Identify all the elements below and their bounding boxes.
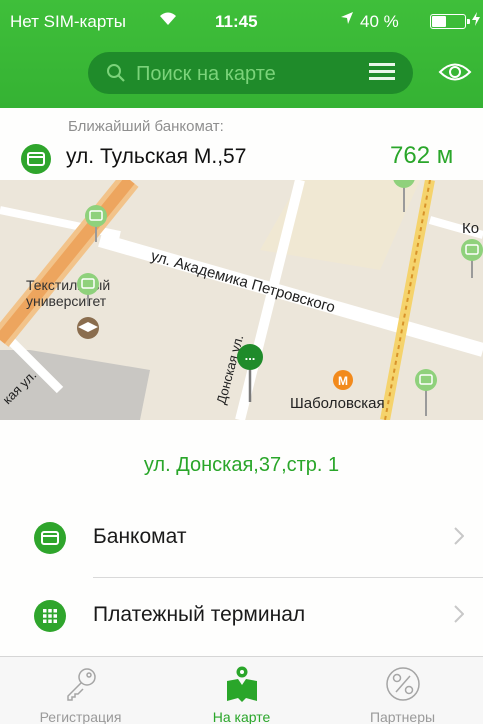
percent-icon: [386, 667, 420, 701]
battery-icon: [430, 14, 470, 29]
terminal-grid-icon: [34, 600, 66, 632]
service-row-terminal[interactable]: Платежный терминал: [0, 587, 483, 645]
search-icon: [107, 64, 125, 82]
chevron-right-icon: [454, 525, 465, 551]
nearest-atm-bar[interactable]: Ближайший банкомат: ул. Тульская М.,57 7…: [0, 108, 483, 180]
wifi-icon: [158, 10, 178, 31]
nearest-atm-distance: 762 м: [390, 142, 454, 169]
map-person-icon: [227, 666, 257, 702]
search-bar[interactable]: Поиск на карте: [88, 52, 413, 94]
list-menu-icon[interactable]: [369, 63, 395, 83]
metro-icon: М: [333, 370, 353, 390]
nearest-atm-address: ул. Тульская М.,57: [66, 145, 247, 168]
top-header: Нет SIM-карты 11:45 40 % Поиск на карте: [0, 0, 483, 108]
key-icon: [67, 668, 96, 701]
service-label: Банкомат: [93, 525, 187, 548]
row-divider: [93, 577, 483, 578]
graduation-cap-icon: [77, 317, 99, 339]
battery-percent: 40 %: [360, 12, 399, 31]
battery-fill: [432, 16, 446, 27]
nearest-atm-label: Ближайший банкомат:: [68, 118, 224, 135]
tab-on-map[interactable]: На карте: [161, 657, 322, 724]
service-label: Платежный терминал: [93, 603, 306, 626]
tab-label: На карте: [212, 709, 271, 724]
tab-bar: Регистрация На карте Партнеры: [0, 656, 483, 724]
metro-station-label: Шаболовская: [290, 395, 385, 412]
poi-university-line2: университет: [26, 293, 107, 309]
charging-bolt-icon: [472, 12, 480, 29]
service-row-atm[interactable]: Банкомат: [0, 509, 483, 567]
tab-partners[interactable]: Партнеры: [322, 657, 483, 724]
clock: 11:45: [215, 12, 258, 31]
map-canvas: ул. Академика Петровского Донская ул. ка…: [0, 180, 483, 420]
eye-icon[interactable]: [438, 60, 472, 84]
carrier-label: Нет SIM-карты: [10, 12, 126, 31]
map-view[interactable]: ул. Академика Петровского Донская ул. ка…: [0, 180, 483, 420]
search-input[interactable]: Поиск на карте: [136, 63, 276, 86]
svg-text:...: ...: [245, 348, 256, 363]
tab-label: Регистрация: [39, 709, 122, 724]
map-label-edge: Ко: [462, 220, 479, 237]
location-arrow-icon: [340, 11, 354, 29]
selected-address: ул. Донская,37,стр. 1: [143, 454, 340, 476]
tab-label: Партнеры: [369, 709, 436, 724]
chevron-right-icon: [454, 603, 465, 629]
atm-card-icon: [34, 522, 66, 554]
status-bar: Нет SIM-карты 11:45 40 %: [0, 0, 483, 40]
atm-card-icon: [21, 144, 51, 174]
tab-registration[interactable]: Регистрация: [0, 657, 161, 724]
svg-text:М: М: [338, 374, 348, 388]
